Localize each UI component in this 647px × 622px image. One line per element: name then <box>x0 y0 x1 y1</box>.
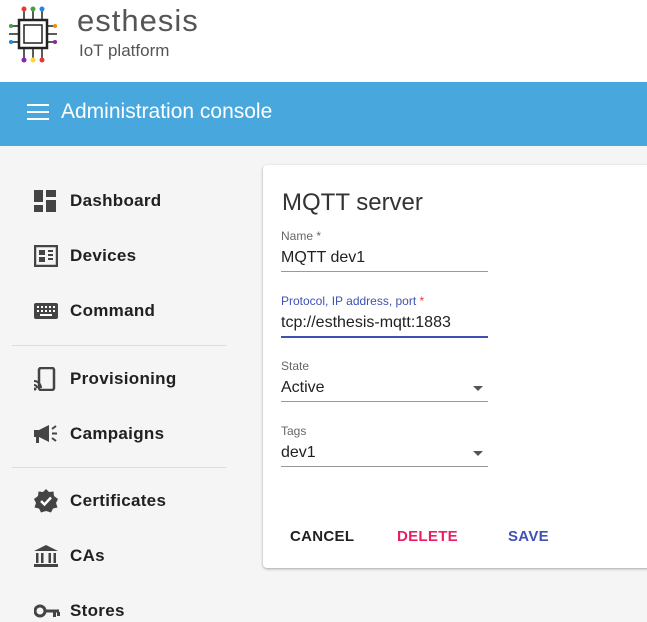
address-field[interactable]: Protocol, IP address, port * tcp://esthe… <box>281 294 488 338</box>
sidebar-item-label: Campaigns <box>70 424 165 443</box>
app-bar-title: Administration console <box>61 100 273 123</box>
phone-cast-icon <box>34 367 60 391</box>
brand-name: esthesis <box>77 3 199 38</box>
state-select[interactable]: State Active <box>281 359 488 402</box>
save-button[interactable]: SAVE <box>508 528 549 545</box>
dropdown-arrow-icon <box>473 450 483 456</box>
name-field[interactable]: Name * MQTT dev1 <box>281 229 488 272</box>
sidebar-item-label: Devices <box>70 246 137 265</box>
sidebar-item-label: Command <box>70 301 156 320</box>
dropdown-arrow-icon <box>473 385 483 391</box>
sidebar-nav: Dashboard Devices Command Provisioning C… <box>0 146 240 622</box>
brand-header: esthesis IoT platform <box>0 0 647 82</box>
tags-value[interactable]: dev1 <box>281 440 488 466</box>
nav-divider <box>12 467 226 468</box>
verified-badge-icon <box>34 489 60 513</box>
name-input[interactable]: MQTT dev1 <box>281 245 488 271</box>
cancel-button[interactable]: CANCEL <box>290 528 354 545</box>
sidebar-item-label: Stores <box>70 601 125 620</box>
menu-icon[interactable] <box>27 104 49 122</box>
state-underline <box>281 401 488 402</box>
tags-select[interactable]: Tags dev1 <box>281 424 488 467</box>
address-field-label: Protocol, IP address, port * <box>281 294 425 308</box>
address-underline <box>281 336 488 338</box>
nav-divider <box>12 345 226 346</box>
tags-underline <box>281 466 488 467</box>
sidebar-item-label: Dashboard <box>70 191 162 210</box>
sidebar-item-label: Provisioning <box>70 369 177 388</box>
devices-icon <box>34 244 60 268</box>
tags-field-label: Tags <box>281 424 307 438</box>
state-value[interactable]: Active <box>281 375 488 401</box>
key-icon <box>34 599 60 622</box>
sidebar-item-label: Certificates <box>70 491 167 510</box>
sidebar-item-stores[interactable]: Stores <box>34 596 125 622</box>
address-input[interactable]: tcp://esthesis-mqtt:1883 <box>281 310 488 336</box>
megaphone-icon <box>34 422 60 446</box>
sidebar-item-provisioning[interactable]: Provisioning <box>34 364 177 394</box>
card-title: MQTT server <box>282 189 423 216</box>
sidebar-item-certificates[interactable]: Certificates <box>34 486 166 516</box>
sidebar-item-devices[interactable]: Devices <box>34 241 136 271</box>
chip-logo-icon <box>9 6 57 63</box>
bank-icon <box>34 544 60 568</box>
app-bar: Administration console <box>0 82 647 146</box>
keyboard-icon <box>34 299 60 323</box>
delete-button[interactable]: DELETE <box>397 528 458 545</box>
mqtt-server-card: MQTT server Name * MQTT dev1 Protocol, I… <box>263 165 647 568</box>
sidebar-item-label: CAs <box>70 546 105 565</box>
state-field-label: State <box>281 359 310 373</box>
name-field-label: Name * <box>281 229 322 243</box>
sidebar-item-campaigns[interactable]: Campaigns <box>34 419 164 449</box>
brand-subtitle: IoT platform <box>79 41 170 60</box>
sidebar-item-command[interactable]: Command <box>34 296 155 326</box>
sidebar-item-cas[interactable]: CAs <box>34 541 105 571</box>
name-underline <box>281 271 488 272</box>
dashboard-icon <box>34 189 60 213</box>
sidebar-item-dashboard[interactable]: Dashboard <box>34 186 162 216</box>
